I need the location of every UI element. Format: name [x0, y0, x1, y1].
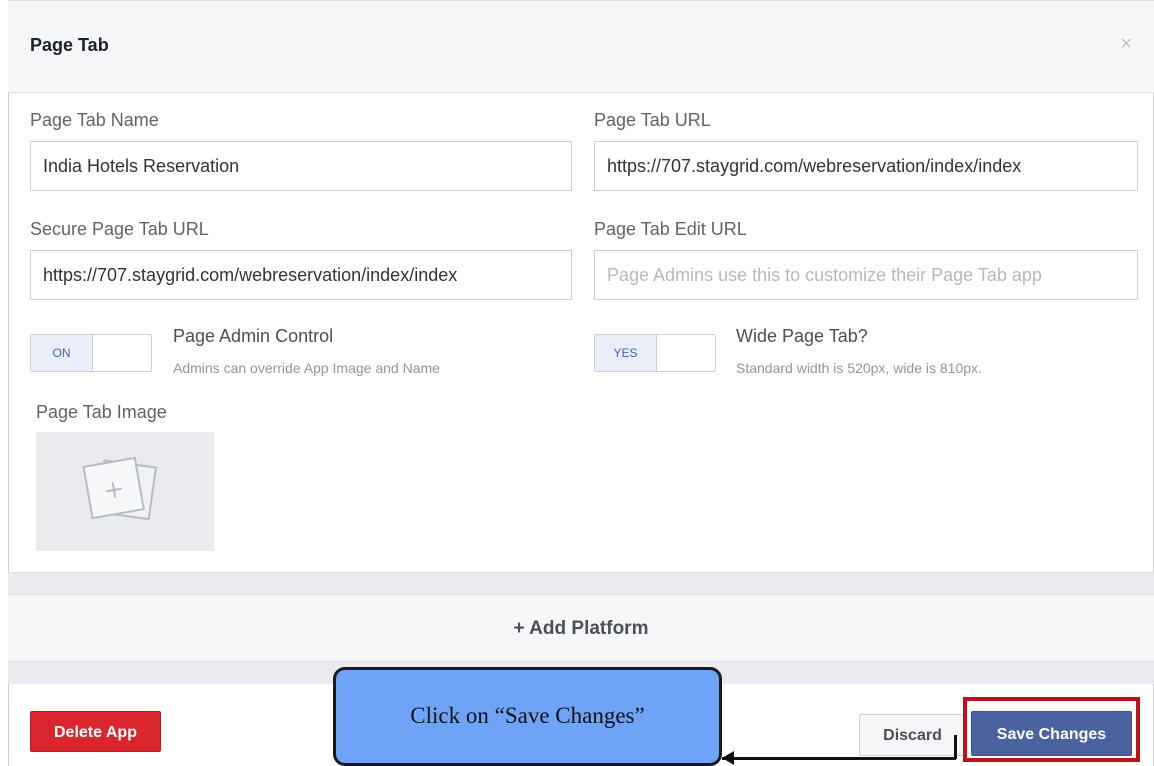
- toggle-on-label: ON: [31, 335, 93, 371]
- add-image-icon: [82, 456, 158, 521]
- page-tab-url-label: Page Tab URL: [594, 110, 711, 130]
- delete-app-button[interactable]: Delete App: [30, 711, 161, 752]
- add-platform-button[interactable]: + Add Platform: [8, 594, 1154, 662]
- wide-page-tab-title: Wide Page Tab?: [736, 326, 868, 346]
- callout-arrow: [722, 735, 957, 760]
- instruction-callout: Click on “Save Changes”: [333, 667, 722, 766]
- page-tab-name-label: Page Tab Name: [30, 110, 159, 130]
- secure-page-tab-url-input[interactable]: https://707.staygrid.com/webreservation/…: [30, 250, 572, 300]
- page-tab-url-input[interactable]: https://707.staygrid.com/webreservation/…: [594, 141, 1138, 191]
- page-tab-image-upload[interactable]: [36, 432, 214, 551]
- section-separator: [8, 572, 1154, 594]
- page-tab-name-input[interactable]: India Hotels Reservation: [30, 141, 572, 191]
- page-tab-edit-url-input[interactable]: Page Admins use this to customize their …: [594, 250, 1138, 300]
- close-icon[interactable]: ×: [1120, 33, 1132, 56]
- save-changes-button[interactable]: Save Changes: [971, 711, 1132, 756]
- page-admin-control-title: Page Admin Control: [173, 326, 334, 346]
- discard-button[interactable]: Discard: [859, 714, 966, 756]
- page-admin-control-subtitle: Admins can override App Image and Name: [173, 360, 440, 376]
- wide-page-tab-subtitle: Standard width is 520px, wide is 810px.: [736, 360, 982, 376]
- page-tab-image-label: Page Tab Image: [36, 402, 167, 422]
- page-tab-edit-url-label: Page Tab Edit URL: [594, 219, 747, 239]
- panel-header: Page Tab ×: [8, 0, 1154, 93]
- panel-title: Page Tab: [30, 35, 109, 55]
- callout-arrow-head: [722, 751, 734, 765]
- wide-page-tab-toggle[interactable]: YES: [594, 334, 716, 372]
- secure-page-tab-url-label: Secure Page Tab URL: [30, 219, 209, 239]
- page-admin-control-toggle[interactable]: ON: [30, 334, 152, 372]
- toggle-yes-label: YES: [595, 335, 657, 371]
